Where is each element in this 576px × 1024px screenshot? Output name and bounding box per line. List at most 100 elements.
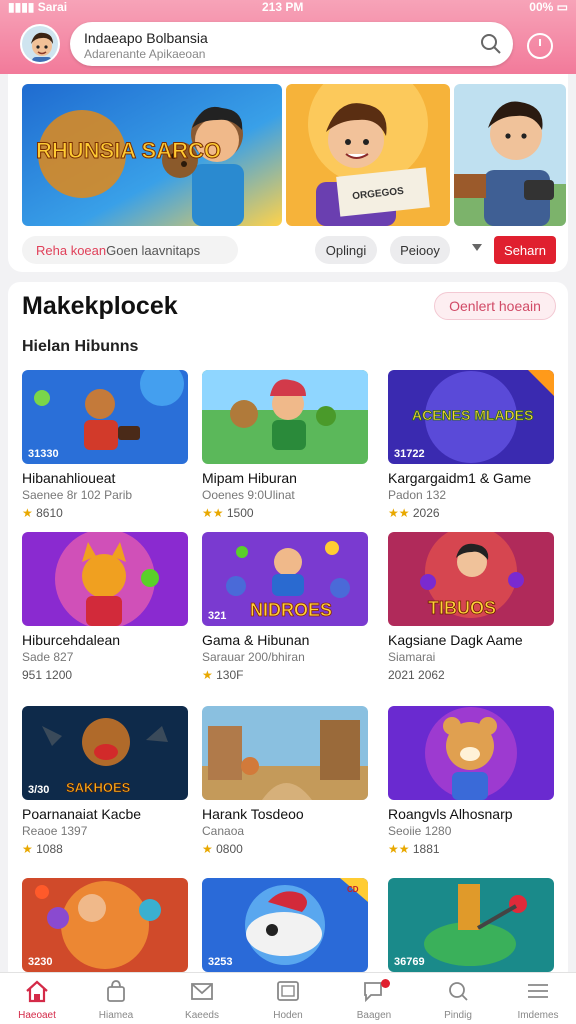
star-icon: ★	[202, 668, 213, 682]
search-icon	[449, 982, 468, 1001]
search-bar[interactable]: Indaeapo Bolbansia Adarenante Apikaeoan	[70, 22, 513, 66]
featured-banner-1[interactable]: RHUNSIA SARCO	[22, 84, 282, 226]
promo-text: Goen laavnitaps	[106, 242, 201, 258]
game-thumbnail: 36769	[388, 878, 554, 972]
star-icon: ★	[22, 506, 33, 520]
promo-highlight: Reha koean	[36, 242, 107, 258]
game-card[interactable]: Harank Tosdeoo Canaoa ★ 0800	[202, 706, 368, 856]
dropdown-arrow-icon[interactable]	[472, 244, 482, 251]
notification-badge	[381, 979, 390, 988]
game-meta: Seoiie 1280	[388, 824, 452, 838]
nav-item-imdemes[interactable]: Imdemes	[502, 973, 574, 1024]
nav-item-hiamea[interactable]: Hiamea	[80, 973, 152, 1024]
games-section: Makekplocek Oenlert hoeain Hielan Hibunn…	[8, 282, 568, 982]
game-meta: Padon 132	[388, 488, 447, 502]
nav-item-pindig[interactable]: Pindig	[422, 973, 494, 1024]
game-meta: Sarauar 200/bhiran	[202, 650, 305, 664]
game-rating: ★ 0800	[202, 842, 243, 856]
featured-banner-2[interactable]: ORGEGOS	[286, 84, 450, 226]
nav-item-kaeeds[interactable]: Kaeeds	[166, 973, 238, 1024]
game-title: Mipam Hiburan	[202, 470, 297, 486]
star-icon: ★★	[388, 506, 410, 520]
game-card[interactable]: SAKHOES 3/30 Poarnanaiat Kacbe Reaoe 139…	[22, 706, 188, 856]
menu-icon	[528, 984, 548, 998]
game-rating: ★★ 1500	[202, 506, 254, 520]
clock: 213 PM	[262, 0, 304, 14]
star-icon: ★★	[388, 842, 410, 856]
game-card[interactable]: CD 3253	[202, 878, 368, 972]
avatar[interactable]	[20, 24, 60, 64]
game-badge: 321	[208, 610, 227, 622]
game-card[interactable]: NIDROES 321 Gama & Hibunan Sarauar 200/b…	[202, 532, 368, 682]
game-meta: Canaoa	[202, 824, 245, 838]
game-title: Gama & Hibunan	[202, 632, 310, 648]
game-thumbnail	[388, 706, 554, 800]
nav-label: Pindig	[444, 1010, 472, 1021]
game-rating: ★ 1088	[22, 842, 63, 856]
search-title: Indaeapo Bolbansia	[84, 30, 208, 46]
app-header: ▮▮▮▮ Sarai 213 PM 00% ▭ Indaeapo Bolbans…	[0, 0, 576, 74]
game-card[interactable]: TIBUOS Kagsiane Dagk Aame Siamarai 2021 …	[388, 532, 554, 682]
game-thumbnail	[202, 706, 368, 800]
game-card[interactable]: 31330 Hibanahlioueat Saenee 8r 102 Parib…	[22, 370, 188, 520]
game-card[interactable]: Roangvls Alhosnarp Seoiie 1280 ★★ 1881	[388, 706, 554, 856]
nav-label: Imdemes	[517, 1010, 559, 1021]
banner-1-text: RHUNSIA SARCO	[36, 138, 221, 163]
filter-pill-1[interactable]: Oplingi	[315, 236, 377, 264]
game-thumbnail: NIDROES 321	[202, 532, 368, 626]
game-thumbnail-text: NIDROES	[250, 600, 332, 620]
game-thumbnail-text: SAKHOES	[66, 780, 131, 795]
game-rating: ★ 130F	[202, 668, 244, 682]
game-card[interactable]: Mipam Hiburan Ooenes 9:0Ulinat ★★ 1500	[202, 370, 368, 520]
game-title: Roangvls Alhosnarp	[388, 806, 513, 822]
nav-item-home[interactable]: Haeoaet	[1, 973, 73, 1024]
game-title: Hiburcehdalean	[22, 632, 121, 648]
filter-pill-2[interactable]: Peiooy	[390, 236, 450, 264]
game-thumbnail-text: TIBUOS	[428, 598, 496, 618]
game-meta: Reaoe 1397	[22, 824, 88, 838]
game-title: Hibanahlioueat	[22, 470, 116, 486]
game-card[interactable]: ACENES MLADES 31722 Kargargaidm1 & Game …	[388, 370, 554, 520]
nav-label: Hiamea	[98, 1010, 134, 1021]
star-icon: ★★	[202, 506, 224, 520]
game-card[interactable]: 36769	[388, 878, 554, 972]
promo-pill[interactable]: Reha koean Goen laavnitaps	[22, 236, 238, 264]
game-rating: ★★ 2026	[388, 506, 440, 520]
game-thumbnail: CD 3253	[202, 878, 368, 972]
carrier-label: ▮▮▮▮ Sarai	[8, 0, 68, 14]
game-thumbnail: ACENES MLADES 31722	[388, 370, 554, 464]
game-rating: ★ 8610	[22, 506, 63, 520]
star-icon: ★	[202, 842, 213, 856]
search-subtitle: Adarenante Apikaeoan	[84, 47, 206, 61]
home-icon	[26, 980, 48, 1003]
featured-banner-3[interactable]	[454, 84, 566, 226]
status-bar: ▮▮▮▮ Sarai 213 PM 00% ▭	[0, 0, 576, 16]
search-button[interactable]: Seharn	[494, 236, 556, 264]
search-icon[interactable]	[479, 32, 503, 56]
game-meta: Ooenes 9:0Ulinat	[202, 488, 295, 502]
nav-label: Kaeeds	[185, 1010, 219, 1021]
game-card[interactable]: 3230	[22, 878, 188, 972]
game-card[interactable]: Hiburcehdalean Sade 827 951 1200	[22, 532, 188, 682]
section-action-button[interactable]: Oenlert hoeain	[434, 292, 556, 320]
game-badge: 36769	[394, 956, 425, 968]
game-title: Kagsiane Dagk Aame	[388, 632, 523, 648]
game-title: Poarnanaiat Kacbe	[22, 806, 142, 822]
game-thumbnail-text: ACENES MLADES	[412, 407, 533, 423]
game-badge: 31330	[28, 448, 59, 460]
game-thumbnail: SAKHOES 3/30	[22, 706, 188, 800]
game-badge: 3/30	[28, 784, 50, 796]
battery-label: 00% ▭	[529, 0, 568, 14]
bottom-navigation: Haeoaet Hiamea Kaeeds Hoden Baagen Pindi…	[0, 972, 576, 1024]
game-thumbnail: TIBUOS	[388, 532, 554, 626]
power-icon[interactable]	[526, 32, 554, 60]
game-badge: 31722	[394, 448, 425, 460]
game-badge: 3230	[28, 956, 53, 968]
bag-icon	[107, 980, 125, 1002]
game-thumbnail: 31330	[22, 370, 188, 464]
game-meta: Siamarai	[388, 650, 436, 664]
nav-item-baagen[interactable]: Baagen	[338, 973, 410, 1024]
featured-card: RHUNSIA SARCO ORGEGOS Reha koean Goen la…	[8, 74, 568, 272]
game-thumbnail	[202, 370, 368, 464]
nav-item-hoden[interactable]: Hoden	[252, 973, 324, 1024]
